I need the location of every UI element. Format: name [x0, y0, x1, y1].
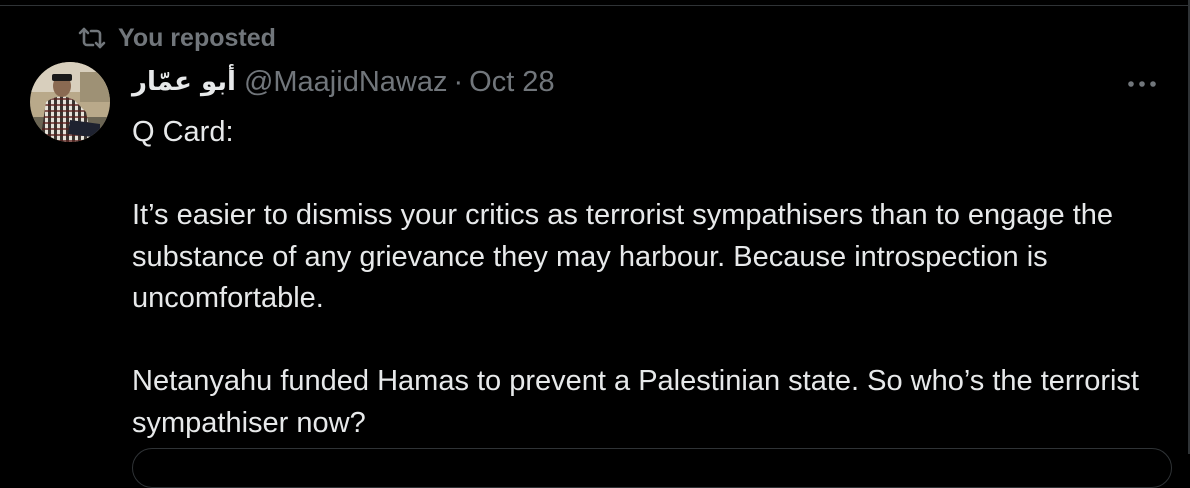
tweet-paragraph: It’s easier to dismiss your critics as t… [132, 199, 1114, 314]
repost-context: You reposted [78, 22, 276, 54]
quoted-tweet-card[interactable] [132, 448, 1172, 488]
top-divider [0, 0, 1190, 6]
tweet-header: أبو عمّار @MaajidNawaz · Oct 28 [132, 64, 555, 100]
header-separator: · [453, 65, 464, 98]
avatar[interactable] [30, 62, 110, 142]
tweet-timestamp[interactable]: Oct 28 [469, 66, 554, 99]
more-options-button[interactable] [1122, 68, 1162, 100]
more-icon [1127, 75, 1157, 93]
tweet-paragraph: Q Card: [132, 116, 234, 148]
repost-icon [78, 27, 106, 49]
tweet-text: Q Card: It’s easier to dismiss your crit… [132, 112, 1172, 444]
repost-label: You reposted [118, 23, 276, 52]
author-display-name[interactable]: أبو عمّار [132, 67, 236, 97]
tweet-paragraph: Netanyahu funded Hamas to prevent a Pale… [132, 365, 1139, 439]
author-handle[interactable]: @MaajidNawaz [244, 66, 448, 99]
